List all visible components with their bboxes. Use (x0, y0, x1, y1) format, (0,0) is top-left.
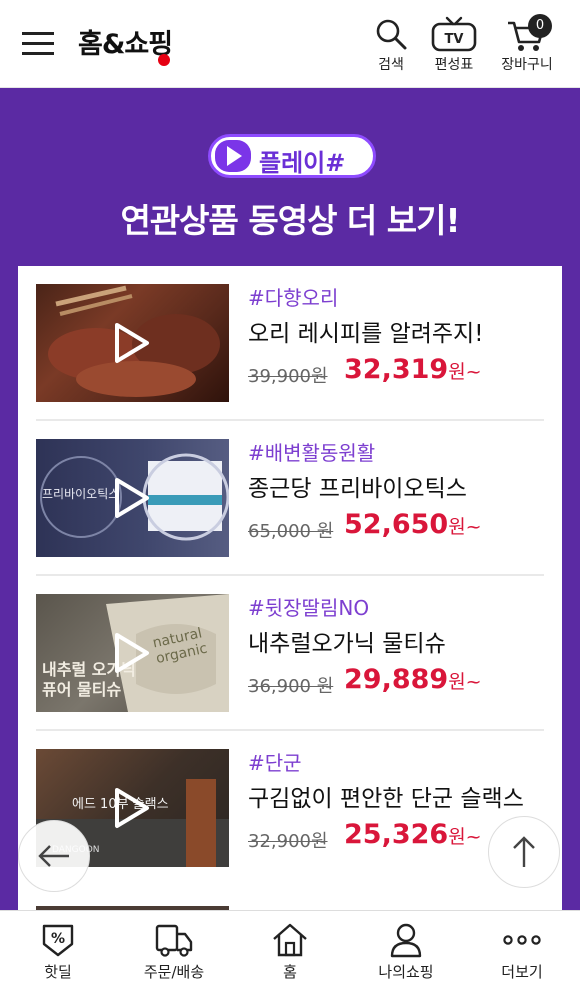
play-icon (115, 788, 149, 828)
tab-home[interactable]: 홈 (232, 919, 348, 991)
play-brand-text: 플레이# (259, 149, 346, 177)
app-header: 홈&쇼핑 검색 TV 편성표 0 장바구니 (0, 0, 580, 88)
logo-dot (158, 54, 170, 66)
original-price: 65,000 원 (248, 521, 334, 542)
menu-icon[interactable] (22, 30, 56, 58)
brand-logo[interactable]: 홈&쇼핑 (78, 22, 173, 61)
arrow-left-icon (38, 845, 69, 867)
product-name: 내추럴오가닉 물티슈 (248, 631, 446, 657)
original-price: 39,900원 (248, 366, 328, 387)
tv-icon: TV (419, 14, 489, 54)
tab-my-shopping[interactable]: 나의쇼핑 (348, 919, 464, 991)
cart-button[interactable]: 0 장바구니 (490, 14, 564, 80)
promo-title: 연관상품 동영상 더 보기! (120, 201, 460, 240)
tab-label: 더보기 (501, 963, 543, 981)
tab-more[interactable]: 더보기 (464, 919, 580, 991)
product-video-item[interactable]: natural organic 내추럴 오가닉 퓨어 물티슈 #뒷장딸림NO 내추… (36, 576, 544, 731)
tab-label: 홈 (283, 963, 297, 981)
delivery-icon (116, 919, 232, 961)
product-name: 구김없이 편안한 단군 슬랙스 (248, 786, 524, 812)
video-promo-section: 플레이# 연관상품 동영상 더 보기! #다향오리 오리 레시피를 알려주지! … (0, 88, 580, 910)
person-icon (348, 919, 464, 961)
hotdeal-percent-icon: % (0, 919, 116, 961)
product-name: 종근당 프리바이오틱스 (248, 476, 467, 502)
tab-hotdeal[interactable]: % 핫딜 (0, 919, 116, 991)
tab-label: 주문/배송 (143, 963, 205, 981)
product-video-item[interactable]: 프리바이오틱스 #배변활동원활 종근당 프리바이오틱스 65,000 원 52,… (36, 421, 544, 576)
product-tag: #뒷장딸림NO (248, 596, 370, 620)
video-thumbnail[interactable]: natural organic 내추럴 오가닉 퓨어 물티슈 (36, 594, 229, 712)
product-video-item[interactable]: #다향오리 오리 레시피를 알려주지! 39,900원 32,319원~ (36, 266, 544, 421)
product-name: 오리 레시피를 알려주지! (248, 321, 484, 347)
search-button[interactable]: 검색 (356, 14, 426, 80)
play-icon (115, 478, 149, 518)
bottom-tab-bar: % 핫딜 주문/배송 홈 나의쇼핑 더보기 (0, 910, 580, 992)
original-price: 32,900원 (248, 831, 328, 852)
play-icon (115, 323, 149, 363)
tab-label: 핫딜 (44, 963, 72, 981)
product-tag: #배변활동원활 (248, 441, 376, 465)
arrow-up-icon (513, 836, 535, 867)
cart-icon (490, 14, 564, 54)
play-brand-logo: 플레이# (208, 134, 376, 178)
product-tag: #다향오리 (248, 286, 339, 310)
cart-label: 장바구니 (501, 57, 553, 73)
video-thumbnail[interactable]: 프리바이오틱스 (36, 439, 229, 557)
sale-price: 29,889원~ (344, 664, 482, 695)
original-price: 36,900 원 (248, 676, 334, 697)
product-video-list: #다향오리 오리 레시피를 알려주지! 39,900원 32,319원~ 프리바… (18, 266, 562, 910)
thumbnail-caption: 프리바이오틱스 (42, 487, 120, 501)
schedule-label: 편성표 (434, 57, 474, 73)
search-label: 검색 (378, 57, 404, 73)
tab-orders[interactable]: 주문/배송 (116, 919, 232, 991)
home-icon (232, 919, 348, 961)
sale-price: 32,319원~ (344, 354, 482, 385)
product-video-item[interactable]: 에드 10부 슬랙스 DANGOON #단군 구김없이 편안한 단군 슬랙스 3… (36, 731, 544, 886)
tab-label: 나의쇼핑 (378, 963, 434, 981)
sale-price: 52,650원~ (344, 509, 482, 540)
search-icon (356, 14, 426, 54)
scroll-top-button[interactable] (488, 816, 560, 888)
back-button[interactable] (18, 820, 90, 892)
more-dots-icon (464, 919, 580, 961)
svg-text:%: % (51, 931, 65, 947)
tv-icon-text: TV (445, 32, 464, 47)
product-tag: #단군 (248, 751, 302, 775)
play-icon (115, 633, 149, 673)
sale-price: 25,326원~ (344, 819, 482, 850)
video-thumbnail[interactable] (36, 284, 229, 402)
play-logo-icon (215, 140, 251, 172)
schedule-button[interactable]: TV 편성표 (419, 14, 489, 80)
cart-count-badge: 0 (528, 14, 552, 38)
